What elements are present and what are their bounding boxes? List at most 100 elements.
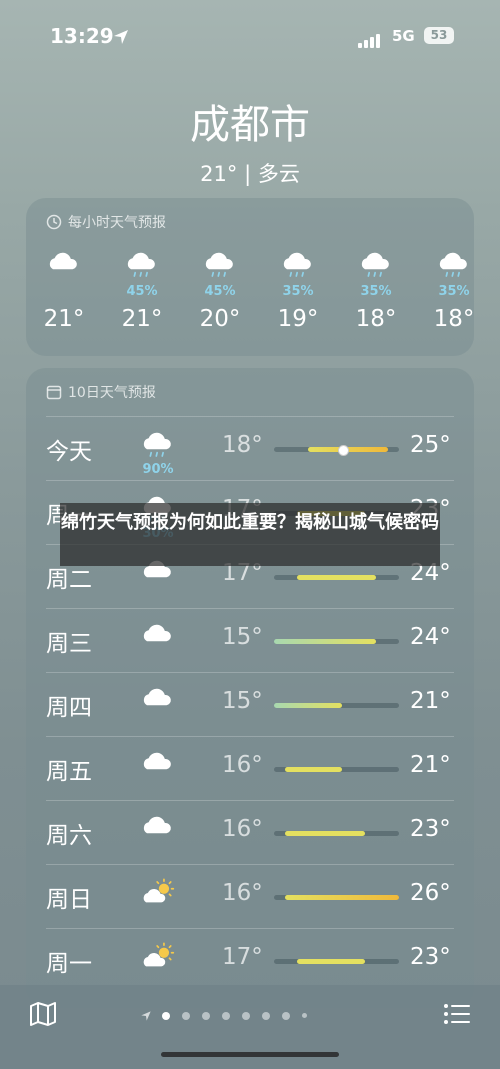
temp-range-fill — [285, 767, 343, 772]
hourly-item: 21° — [34, 250, 94, 332]
partly-sunny-icon — [143, 942, 175, 967]
daily-row[interactable]: 周一 17° 23° — [26, 928, 474, 992]
day-condition — [138, 942, 178, 976]
day-low-temp: 16° — [222, 816, 263, 842]
hourly-precip: 35% — [282, 284, 314, 299]
daily-row[interactable]: 周六 16° 23° — [26, 800, 474, 864]
cloud-icon — [143, 816, 171, 834]
temp-range-bar — [274, 703, 399, 708]
hourly-temp: 19° — [277, 306, 319, 332]
current-temp-marker — [338, 445, 350, 456]
hourly-item: 35% 19° — [268, 250, 328, 332]
page-dot[interactable] — [202, 1011, 210, 1020]
day-low-temp: 17° — [222, 944, 263, 970]
day-high-temp: 21° — [410, 752, 451, 778]
day-label: 周六 — [46, 823, 92, 849]
home-indicator — [161, 1052, 339, 1057]
day-label: 今天 — [46, 439, 92, 465]
hourly-item: 35% 18° — [346, 250, 406, 332]
network-type: 5G — [392, 27, 415, 45]
hourly-forecast-title: 每小时天气预报 — [46, 212, 166, 232]
hourly-item: 35% 18° — [424, 250, 474, 332]
day-low-temp: 16° — [222, 880, 263, 906]
article-banner-text: 绵竹天气预报为何如此重要？揭秘山城气候密码 — [61, 512, 439, 533]
day-condition — [138, 878, 178, 912]
daily-row[interactable]: 今天 90% 18° 25° — [26, 416, 474, 480]
day-low-temp: 15° — [222, 624, 263, 650]
page-dot[interactable] — [302, 1013, 307, 1018]
rain-icon — [439, 252, 467, 277]
daily-forecast-card[interactable]: 10日天气预报 今天90%18°25°周一30%17°23°周二17°24°周三… — [26, 368, 474, 1008]
row-divider — [46, 864, 454, 865]
page-dot[interactable] — [222, 1011, 230, 1020]
hourly-precip — [34, 284, 94, 300]
page-dot[interactable] — [182, 1011, 190, 1020]
calendar-icon — [46, 385, 62, 400]
page-dot[interactable] — [162, 1011, 170, 1020]
daily-forecast-title: 10日天气预报 — [46, 382, 156, 402]
battery-icon: 53 — [424, 27, 454, 44]
hourly-forecast-label: 每小时天气预报 — [68, 215, 166, 231]
page-dot[interactable] — [282, 1011, 290, 1020]
rain-icon — [361, 252, 389, 277]
location-header: 成都市 21° | 多云 — [0, 92, 500, 188]
cloud-icon — [49, 252, 77, 270]
page-indicator[interactable] — [140, 1005, 313, 1021]
daily-row[interactable]: 周四 15° 21° — [26, 672, 474, 736]
signal-icon — [358, 29, 382, 48]
hourly-forecast-card[interactable]: 每小时天气预报 21° 45% 21° 45% 20° 35% 19° 35% 18° 35% 18… — [26, 198, 474, 356]
city-name: 成都市 — [190, 102, 310, 148]
page-dot[interactable] — [242, 1011, 250, 1020]
status-time: 13:29 — [50, 24, 114, 48]
day-high-temp: 25° — [410, 432, 451, 458]
day-condition — [138, 622, 178, 656]
hourly-temp: 20° — [199, 306, 241, 332]
map-icon[interactable] — [28, 999, 58, 1029]
status-bar: 13:29 5G 53 — [0, 24, 500, 52]
daily-row[interactable]: 周三 15° 24° — [26, 608, 474, 672]
daily-row[interactable]: 周日 16° 26° — [26, 864, 474, 928]
day-label: 周一 — [46, 951, 92, 977]
hourly-temp: 18° — [355, 306, 397, 332]
daily-forecast-label: 10日天气预报 — [68, 385, 156, 401]
temp-range-bar — [274, 445, 399, 456]
temp-range-bar — [274, 959, 399, 964]
rain-icon — [143, 432, 171, 457]
row-divider — [46, 928, 454, 929]
row-divider — [46, 480, 454, 481]
temp-range-bar — [274, 831, 399, 836]
hourly-temp: 18° — [433, 306, 474, 332]
day-condition — [138, 814, 178, 848]
rain-icon — [127, 252, 155, 277]
temp-range-fill — [285, 831, 365, 836]
day-label: 周五 — [46, 759, 92, 785]
location-arrow-icon — [114, 30, 128, 44]
row-divider — [46, 736, 454, 737]
hourly-precip: 35% — [360, 284, 392, 299]
temp-range-bar — [274, 575, 399, 580]
page-dot[interactable] — [262, 1011, 270, 1020]
cloud-icon — [143, 688, 171, 706]
day-condition — [138, 686, 178, 720]
row-divider — [46, 416, 454, 417]
daily-row[interactable]: 周五 16° 21° — [26, 736, 474, 800]
cloud-icon — [143, 624, 171, 642]
day-label: 周四 — [46, 695, 92, 721]
temp-range-fill — [296, 959, 365, 964]
day-low-temp: 18° — [222, 432, 263, 458]
temp-range-fill — [296, 575, 377, 580]
day-low-temp: 15° — [222, 688, 263, 714]
hourly-temp: 21° — [43, 306, 85, 332]
day-high-temp: 24° — [410, 624, 451, 650]
day-low-temp: 16° — [222, 752, 263, 778]
temp-range-bar — [274, 895, 399, 900]
hourly-precip: 35% — [438, 284, 470, 299]
article-banner[interactable]: 绵竹天气预报为何如此重要？揭秘山城气候密码 — [60, 503, 440, 566]
current-location-icon — [141, 1010, 151, 1021]
temp-range-fill — [274, 639, 377, 644]
day-label: 周三 — [46, 631, 92, 657]
hourly-temp: 21° — [121, 306, 163, 332]
current-summary: 21° | 多云 — [200, 162, 300, 186]
rain-icon — [283, 252, 311, 277]
list-icon[interactable] — [442, 999, 472, 1029]
